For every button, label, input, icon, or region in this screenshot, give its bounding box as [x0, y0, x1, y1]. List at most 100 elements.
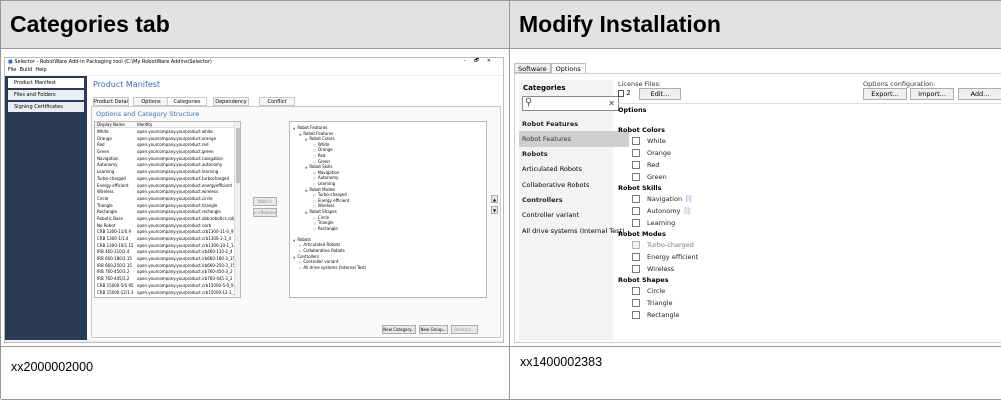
table-row[interactable]: No Robot open.yourcompany.yourproduct.nor… — [95, 223, 234, 230]
option-checkbox-row[interactable]: Learning — [618, 217, 818, 229]
add-button[interactable]: Add>> — [253, 197, 277, 206]
table-row[interactable]: IRB 660-180/3.15 open.yourcompany.yourpro… — [95, 256, 234, 263]
table-row[interactable]: Autonomy open.yourcompany.yourproduct.aut… — [95, 162, 234, 169]
category-header: Robots — [522, 150, 548, 158]
category-item[interactable]: Robot Features — [519, 131, 629, 147]
add-button-right[interactable]: Add... — [958, 88, 1001, 100]
checkbox[interactable] — [632, 287, 640, 295]
checkbox[interactable] — [632, 195, 640, 203]
tab-options[interactable]: Options — [133, 97, 169, 106]
option-checkbox-row[interactable]: Red — [618, 159, 818, 171]
edit-license-button[interactable]: Edit... — [639, 88, 681, 100]
tab-conflict[interactable]: Conflict — [259, 97, 295, 106]
table-row[interactable]: IRB 660-250/3.15 open.yourcompany.yourpro… — [95, 263, 234, 270]
options-config-label: Options configuration: — [863, 80, 936, 88]
tab-product-details[interactable]: Product Details — [93, 97, 129, 106]
nav-item[interactable]: Product Manifest — [8, 78, 84, 88]
checkbox[interactable] — [632, 207, 640, 215]
tab-software[interactable]: Software — [514, 63, 551, 73]
table-row[interactable]: CRB 15000-5/0.95 open.yourcompany.yourpro… — [95, 283, 234, 290]
checkbox[interactable] — [632, 173, 640, 181]
option-checkbox-row[interactable]: White — [618, 135, 818, 147]
rename-button[interactable]: Rename... — [451, 325, 478, 334]
minimize-icon[interactable]: – — [464, 58, 475, 64]
option-checkbox-row[interactable]: Autonomy ⛓ — [618, 205, 818, 217]
arrow-down-icon: ▼ — [492, 208, 497, 213]
option-checkbox-row[interactable]: Energy efficient — [618, 251, 818, 263]
option-checkbox-row[interactable]: Green — [618, 171, 818, 183]
table-row[interactable]: CRB 15000-12/1.3 open.yourcompany.yourpro… — [95, 290, 234, 297]
table-row[interactable]: IRB 760-450/3.2 open.yourcompany.yourprod… — [95, 269, 234, 276]
category-item[interactable]: Collaborative Robots — [519, 177, 629, 193]
checkbox[interactable] — [632, 299, 640, 307]
row-display-name: IRB 660-180/3.15 — [97, 256, 132, 262]
license-count: 2 — [618, 89, 631, 97]
menu-build[interactable]: Build — [20, 67, 33, 73]
table-row[interactable]: Navigation open.yourcompany.yourproduct.n… — [95, 156, 234, 163]
remove-button[interactable]: <<Remove — [253, 208, 277, 217]
nav-item[interactable]: Signing Certificates — [8, 102, 84, 112]
move-down-button[interactable]: ▼ — [491, 206, 498, 214]
right-caption: xx1400002383 — [510, 347, 1001, 400]
checkbox[interactable] — [632, 241, 640, 249]
table-row[interactable]: CRB 1300-10/1.15 open.yourcompany.yourpro… — [95, 243, 234, 250]
option-checkbox-row[interactable]: Wireless — [618, 263, 818, 275]
restore-icon[interactable]: 🗗 — [474, 58, 487, 64]
clear-search-icon[interactable]: ✕ — [608, 99, 615, 108]
search-input[interactable]: ⚲ ✕ — [522, 96, 619, 111]
table-row[interactable]: CRB 1300-11/0.9 open.yourcompany.yourprod… — [95, 229, 234, 236]
checkbox[interactable] — [632, 149, 640, 157]
table-row[interactable]: Orange open.yourcompany.yourproduct.orang… — [95, 136, 234, 143]
table-row[interactable]: Rectangle open.yourcompany.yourproduct.re… — [95, 209, 234, 216]
checkbox[interactable] — [632, 311, 640, 319]
table-row[interactable]: Green open.yourcompany.yourproduct.green — [95, 149, 234, 156]
table-row[interactable]: IRB 760-445/3.2 open.yourcompany.yourprod… — [95, 276, 234, 283]
option-checkbox-row[interactable]: Triangle — [618, 297, 818, 309]
table-row[interactable]: Robotic Base open.yourcompany.yourproduct… — [95, 216, 234, 223]
category-item[interactable]: Controller variant — [519, 207, 629, 223]
new-group-button[interactable]: New Group... — [419, 325, 448, 334]
export-button[interactable]: Export... — [863, 88, 907, 100]
scroll-thumb[interactable] — [236, 128, 240, 183]
option-icon: □ — [313, 193, 316, 198]
checkbox[interactable] — [632, 161, 640, 169]
table-row[interactable]: CRB 1300-1/1.4 open.yourcompany.yourprodu… — [95, 236, 234, 243]
new-category-button[interactable]: New Category... — [382, 325, 416, 334]
option-group-title: Robot Colors — [618, 126, 665, 134]
menu-help[interactable]: Help — [35, 67, 46, 73]
table-row[interactable]: Red open.yourcompany.yourproduct.red — [95, 142, 234, 149]
row-identity: open.yourcompany.yourproduct.norb — [137, 222, 212, 228]
table-row[interactable]: Circle open.yourcompany.yourproduct.circl… — [95, 196, 234, 203]
table-row[interactable]: Triangle open.yourcompany.yourproduct.tri… — [95, 203, 234, 210]
menu-file[interactable]: File — [8, 67, 16, 73]
category-item[interactable]: Articulated Robots — [519, 161, 629, 177]
move-up-button[interactable]: ▲ — [491, 195, 498, 203]
nav-item[interactable]: Files and Folders — [8, 90, 84, 100]
row-identity: open.yourcompany.yourproduct.irb760-450-… — [137, 269, 233, 275]
close-icon[interactable]: ✕ — [487, 58, 499, 64]
table-row[interactable]: IRB 460-110/2.4 open.yourcompany.yourprod… — [95, 249, 234, 256]
option-checkbox-row[interactable]: Navigation ⛓ — [618, 193, 818, 205]
tree-node[interactable]: ▷ All drive systems (Internal Test) — [293, 265, 366, 271]
table-row[interactable]: Turbo-charged open.yourcompany.yourproduc… — [95, 176, 234, 183]
table-row[interactable]: Learning open.yourcompany.yourproduct.lea… — [95, 169, 234, 176]
import-button[interactable]: Import... — [910, 88, 954, 100]
checkbox[interactable] — [632, 253, 640, 261]
checkbox[interactable] — [632, 219, 640, 227]
option-icon: □ — [313, 198, 316, 203]
tab-dependency[interactable]: Dependency — [213, 97, 249, 106]
expand-icon: ▲ — [305, 137, 308, 142]
tab-categories[interactable]: Categories — [167, 97, 207, 106]
table-row[interactable]: Wireless open.yourcompany.yourproduct.wir… — [95, 189, 234, 196]
option-checkbox-row[interactable]: Circle — [618, 285, 818, 297]
table-scrollbar[interactable] — [234, 122, 240, 297]
table-row[interactable]: Energy efficient open.yourcompany.yourpro… — [95, 183, 234, 190]
table-row[interactable]: White open.yourcompany.yourproduct.white — [95, 129, 234, 136]
category-item[interactable]: All drive systems (Internal Test) — [519, 223, 629, 239]
checkbox[interactable] — [632, 137, 640, 145]
tab-options[interactable]: Options — [550, 63, 586, 73]
checkbox[interactable] — [632, 265, 640, 273]
option-checkbox-row[interactable]: Turbo-charged — [618, 239, 818, 251]
option-checkbox-row[interactable]: Rectangle — [618, 309, 818, 321]
option-checkbox-row[interactable]: Orange — [618, 147, 818, 159]
